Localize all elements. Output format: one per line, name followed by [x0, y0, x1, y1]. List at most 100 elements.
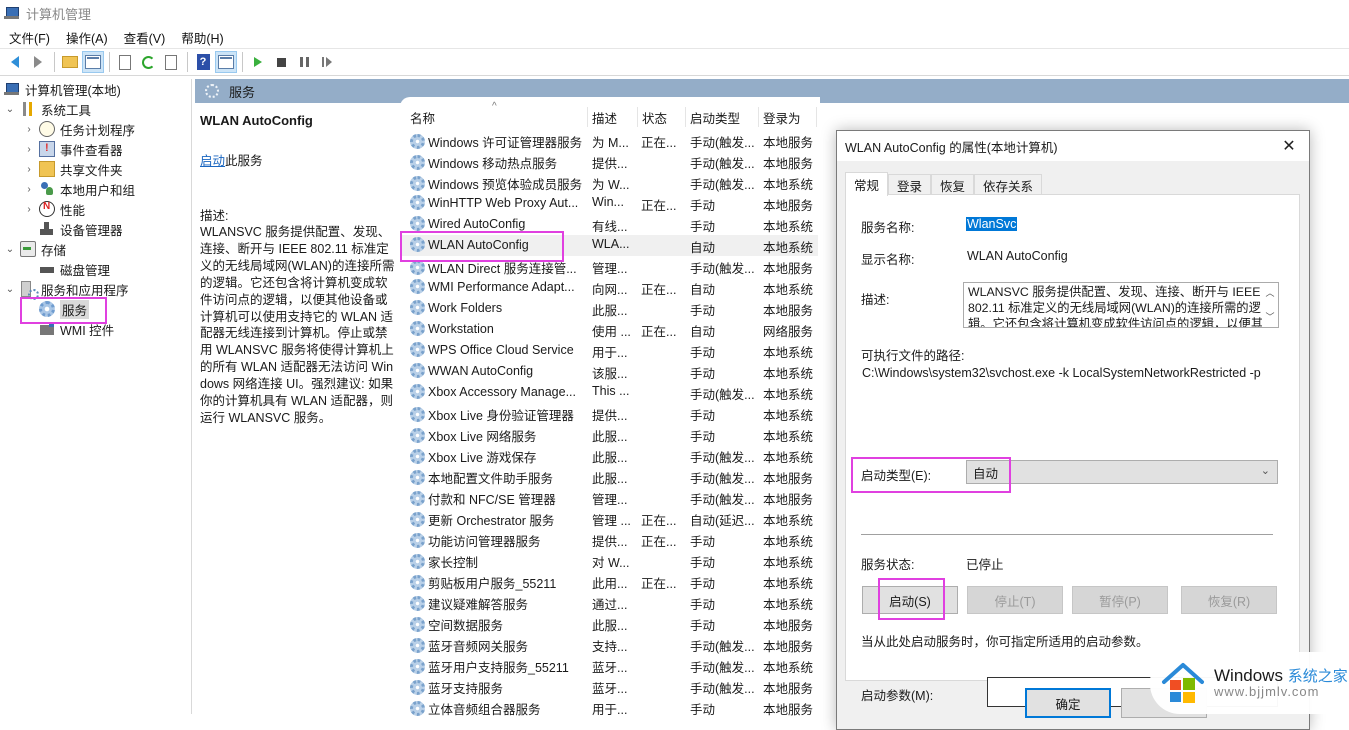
tab-recovery[interactable]: 恢复: [931, 174, 975, 195]
service-row[interactable]: Windows 移动热点服务 提供... 手动(触发... 本地服务: [400, 151, 818, 172]
service-log-on-as-cell: 本地系统: [763, 220, 814, 234]
description-scrollbar[interactable]: ︿ ﹀: [1262, 283, 1278, 327]
show-hide-action-pane-button[interactable]: [215, 51, 237, 73]
tree-item-storage[interactable]: ⌄ 存储: [4, 239, 66, 259]
tree-item-device-manager[interactable]: 设备管理器: [39, 219, 123, 239]
column-header-description[interactable]: 描述: [588, 107, 638, 127]
scroll-down-icon[interactable]: ﹀: [1265, 309, 1274, 325]
menu-action[interactable]: 操作(A): [66, 28, 108, 47]
tree-item-performance[interactable]: › 性能: [23, 199, 85, 219]
display-name-value[interactable]: WLAN AutoConfig: [967, 249, 1068, 263]
service-gear-icon: [410, 491, 425, 506]
service-row[interactable]: 建议疑难解答服务 通过... 手动 本地系统: [400, 592, 818, 613]
service-row[interactable]: 空间数据服务 此服... 手动 本地服务: [400, 613, 818, 634]
service-log-on-as-cell: 本地服务: [763, 703, 814, 717]
tree-item-computer-management[interactable]: 计算机管理(本地): [4, 79, 121, 99]
service-row[interactable]: WMI Performance Adapt... 向网... 正在... 自动 本地系统: [400, 277, 818, 298]
menu-file[interactable]: 文件(F): [9, 28, 50, 47]
export-list-button[interactable]: [160, 51, 182, 73]
chevron-right-icon[interactable]: ›: [23, 124, 35, 135]
chevron-down-icon[interactable]: ⌄: [4, 104, 16, 115]
column-header-startup-type[interactable]: 启动类型: [686, 107, 759, 127]
service-row[interactable]: WWAN AutoConfig 该服... 手动 本地系统: [400, 361, 818, 382]
tree-item-services-and-applications[interactable]: ⌄ 服务和应用程序: [4, 279, 129, 300]
service-name: 空间数据服务: [428, 619, 504, 633]
service-row[interactable]: WLAN AutoConfig WLA... 自动 本地系统: [400, 235, 818, 256]
tab-dependencies[interactable]: 依存关系: [974, 174, 1043, 195]
close-icon[interactable]: ✕: [1279, 136, 1299, 156]
service-row[interactable]: 蓝牙支持服务 蓝牙... 手动(触发... 本地服务: [400, 676, 818, 697]
startup-type-label: 启动类型(E):: [861, 469, 932, 483]
tree-item-system-tools[interactable]: ⌄ 系统工具: [4, 99, 91, 119]
executable-path-value[interactable]: C:\Windows\system32\svchost.exe -k Local…: [862, 366, 1261, 380]
show-hide-console-tree-button[interactable]: [82, 51, 104, 73]
tab-general[interactable]: 常规: [845, 172, 889, 196]
service-row[interactable]: Work Folders 此服... 手动 本地服务: [400, 298, 818, 319]
service-name: WMI Performance Adapt...: [428, 279, 575, 294]
service-row[interactable]: Windows 许可证管理器服务为 M... 正在... 手动(触发... 本地服务: [400, 130, 818, 151]
pause-button[interactable]: 暂停(P): [1072, 586, 1168, 614]
back-button[interactable]: [4, 51, 26, 73]
resume-service-button[interactable]: [316, 51, 338, 73]
tree-item-shared-folders[interactable]: › 共享文件夹: [23, 159, 123, 179]
service-row[interactable]: Wired AutoConfig 有线... 手动 本地系统: [400, 214, 818, 235]
service-startup-type-cell: 手动(触发...: [690, 661, 755, 675]
forward-button[interactable]: [27, 51, 49, 73]
service-row[interactable]: 家长控制 对 W... 手动 本地系统: [400, 550, 818, 571]
service-row[interactable]: Workstation 使用 ... 正在... 自动 网络服务: [400, 319, 818, 340]
chevron-down-icon[interactable]: ⌄: [4, 244, 16, 255]
service-row[interactable]: 功能访问管理器服务 提供... 正在... 手动 本地系统: [400, 529, 818, 550]
startup-type-select[interactable]: 自动 ⌄: [966, 460, 1278, 484]
tree-item-event-viewer[interactable]: › 事件查看器: [23, 139, 123, 159]
computer-management-icon: [4, 6, 20, 20]
up-one-level-button[interactable]: [59, 51, 81, 73]
resume-button[interactable]: 恢复(R): [1181, 586, 1277, 614]
service-row[interactable]: 立体音频组合器服务 用于... 手动 本地服务: [400, 697, 818, 718]
service-row[interactable]: 蓝牙用户支持服务_55211 蓝牙... 手动(触发... 本地系统: [400, 655, 818, 676]
service-row[interactable]: 本地配置文件助手服务 此服... 手动(触发... 本地服务: [400, 466, 818, 487]
stop-service-button[interactable]: [270, 51, 292, 73]
service-row[interactable]: 剪贴板用户服务_55211 此用... 正在... 手动 本地系统: [400, 571, 818, 592]
description-textbox[interactable]: WLANSVC 服务提供配置、发现、连接、断开与 IEEE 802.11 标准定…: [963, 282, 1279, 328]
service-row[interactable]: WLAN Direct 服务连接管... 管理... 手动(触发... 本地服务: [400, 256, 818, 277]
service-row[interactable]: 更新 Orchestrator 服务 管理 ... 正在... 自动(延迟... 本地系…: [400, 508, 818, 529]
service-row[interactable]: Xbox Accessory Manage... This ... 手动(触发...…: [400, 382, 818, 403]
chevron-right-icon[interactable]: ›: [23, 164, 35, 175]
properties-button[interactable]: [114, 51, 136, 73]
pause-service-button[interactable]: [293, 51, 315, 73]
service-row[interactable]: 付款和 NFC/SE 管理器 管理... 手动(触发... 本地服务: [400, 487, 818, 508]
tree-item-wmi-control[interactable]: WMI 控件: [39, 319, 114, 339]
tree-item-disk-management[interactable]: 磁盘管理: [39, 259, 110, 279]
column-header-status[interactable]: 状态: [638, 107, 686, 127]
tab-log-on[interactable]: 登录: [888, 174, 932, 195]
service-gear-icon: [410, 237, 425, 252]
help-button[interactable]: ?: [192, 51, 214, 73]
menu-help[interactable]: 帮助(H): [181, 28, 223, 47]
chevron-right-icon[interactable]: ›: [23, 184, 35, 195]
menu-view[interactable]: 查看(V): [124, 28, 166, 47]
chevron-right-icon[interactable]: ›: [23, 204, 35, 215]
service-row[interactable]: WinHTTP Web Proxy Aut... Win... 正在... 手动 本地服…: [400, 193, 818, 214]
service-row[interactable]: WPS Office Cloud Service 用于... 手动 本地系统: [400, 340, 818, 361]
start-button[interactable]: 启动(S): [862, 586, 958, 614]
tree-item-task-scheduler[interactable]: › 任务计划程序: [23, 119, 135, 139]
tree-item-label: 服务: [60, 299, 90, 319]
tree-item-services[interactable]: 服务: [39, 299, 90, 319]
refresh-button[interactable]: [137, 51, 159, 73]
stop-button[interactable]: 停止(T): [967, 586, 1063, 614]
start-service-button[interactable]: [247, 51, 269, 73]
chevron-right-icon[interactable]: ›: [23, 144, 35, 155]
service-row[interactable]: Xbox Live 游戏保存 此服... 手动(触发... 本地系统: [400, 445, 818, 466]
service-row[interactable]: Xbox Live 身份验证管理器 提供... 手动 本地系统: [400, 403, 818, 424]
column-header-log-on-as[interactable]: 登录为: [759, 107, 817, 127]
chevron-down-icon[interactable]: ⌄: [4, 284, 16, 295]
service-row[interactable]: Xbox Live 网络服务 此服... 手动 本地系统: [400, 424, 818, 445]
start-service-link[interactable]: 启动: [200, 154, 225, 168]
column-header-name[interactable]: 名称: [406, 107, 588, 127]
tree-item-local-users-groups[interactable]: › 本地用户和组: [23, 179, 135, 199]
service-name-value[interactable]: WlanSvc: [966, 217, 1018, 231]
service-row[interactable]: Windows 预览体验成员服务为 W... 手动(触发... 本地系统: [400, 172, 818, 193]
service-row[interactable]: 蓝牙音频网关服务 支持... 手动(触发... 本地服务: [400, 634, 818, 655]
service-startup-type-cell: 手动: [690, 430, 716, 444]
scroll-up-icon[interactable]: ︿: [1265, 285, 1274, 301]
